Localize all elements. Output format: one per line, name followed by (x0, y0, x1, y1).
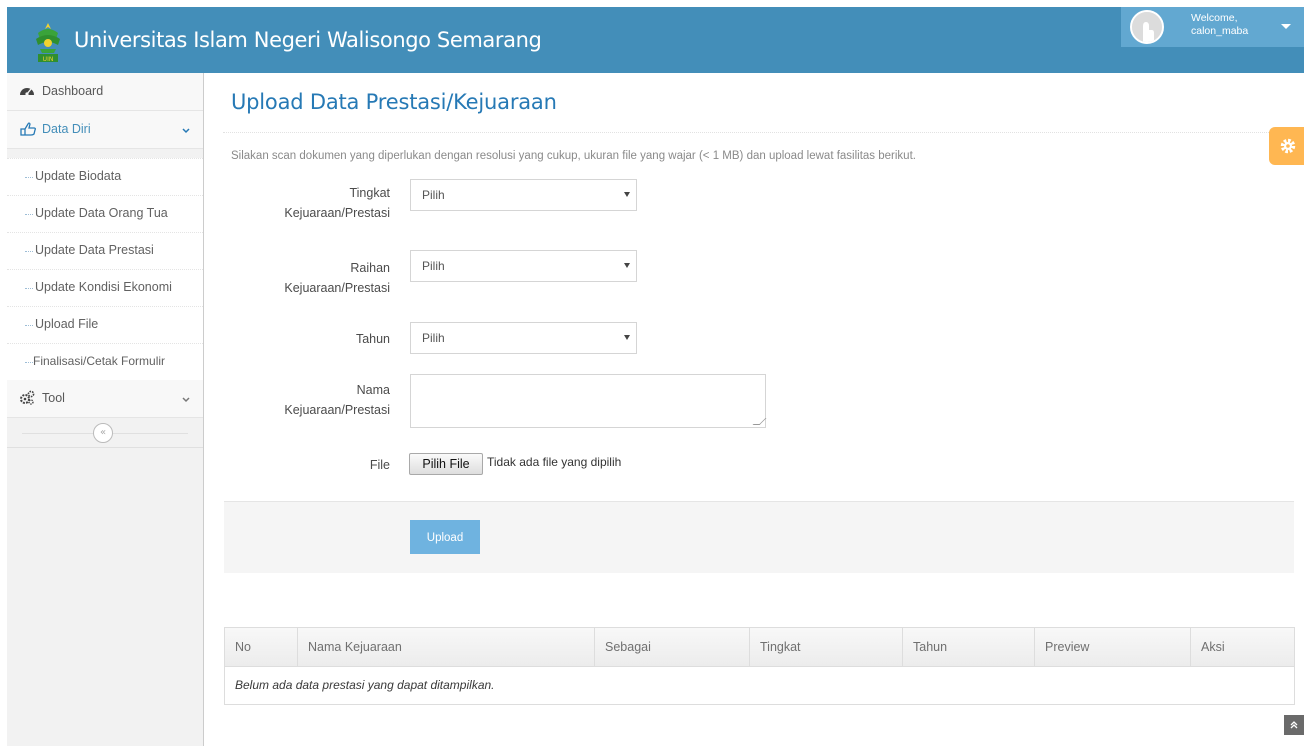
sidebar-item-label: Tool (42, 391, 65, 405)
scroll-to-top-button[interactable] (1284, 715, 1304, 735)
hand-pointing-icon (19, 121, 36, 137)
sidebar-item-label: Update Kondisi Ekonomi (35, 280, 172, 294)
sidebar-collapse-bar: « (7, 418, 203, 448)
select-value: Pilih (422, 188, 445, 202)
username-label: calon_maba (1191, 25, 1249, 37)
table-row: Belum ada data prestasi yang dapat ditam… (225, 667, 1294, 704)
sidebar-item-finalisasi[interactable]: Finalisasi/Cetak Formulir (7, 343, 203, 380)
page-title: Upload Data Prestasi/Kejuaraan (231, 90, 557, 114)
label-line: Kejuaraan/Prestasi (284, 206, 390, 220)
column-header-aksi: Aksi (1190, 628, 1294, 667)
nama-label: Nama Kejuaraan/Prestasi (230, 380, 390, 420)
sidebar-item-update-kondisi-ekonomi[interactable]: Update Kondisi Ekonomi (7, 269, 203, 306)
label-line: Raihan (350, 261, 390, 275)
gear-icon (1280, 138, 1296, 154)
caret-down-icon (624, 263, 630, 268)
sidebar-item-tool[interactable]: Tool (7, 380, 203, 418)
sidebar-item-label: Update Data Prestasi (35, 243, 154, 257)
sidebar-item-update-data-prestasi[interactable]: Update Data Prestasi (7, 232, 203, 269)
svg-text:UIN: UIN (43, 56, 54, 63)
label-line: Tingkat (349, 186, 390, 200)
file-status-text: Tidak ada file yang dipilih (487, 455, 622, 469)
column-header-tahun: Tahun (902, 628, 1034, 667)
collapse-sidebar-button[interactable]: « (93, 423, 113, 443)
select-value: Pilih (422, 259, 445, 273)
column-header-tingkat: Tingkat (749, 628, 902, 667)
sidebar-item-label: Data Diri (42, 122, 91, 136)
sidebar-item-label: Finalisasi/Cetak Formulir (33, 354, 166, 368)
sidebar-item-label: Upload File (35, 317, 99, 331)
column-header-preview: Preview (1034, 628, 1190, 667)
double-chevron-up-icon (1290, 721, 1298, 729)
brand-title[interactable]: Universitas Islam Negeri Walisongo Semar… (74, 28, 542, 52)
user-menu[interactable]: Welcome, calon_maba (1121, 7, 1304, 47)
gears-icon (19, 390, 35, 406)
tingkat-label: Tingkat Kejuaraan/Prestasi (230, 183, 390, 223)
prestasi-table: No Nama Kejuaraan Sebagai Tingkat Tahun … (224, 627, 1295, 705)
column-header-sebagai: Sebagai (594, 628, 749, 667)
column-header-no: No (235, 640, 251, 654)
welcome-label: Welcome, (1191, 12, 1238, 24)
university-logo[interactable]: UIN (32, 21, 64, 63)
caret-down-icon (1281, 24, 1291, 29)
table-header: No Nama Kejuaraan Sebagai Tingkat Tahun … (225, 628, 1294, 667)
sidebar-item-update-data-orang-tua[interactable]: Update Data Orang Tua (7, 195, 203, 232)
sidebar-item-upload-file[interactable]: Upload File (7, 306, 203, 343)
file-label: File (369, 458, 390, 472)
choose-file-button[interactable]: Pilih File (409, 453, 483, 475)
help-text: Silakan scan dokumen yang diperlukan den… (231, 150, 916, 162)
sidebar-item-label: Dashboard (42, 84, 104, 98)
sidebar-item-data-diri[interactable]: Data Diri (7, 111, 203, 149)
form-actions: Upload (224, 501, 1294, 573)
resize-grip-icon[interactable] (752, 418, 767, 425)
label-line: Kejuaraan/Prestasi (284, 403, 390, 417)
title-divider (223, 132, 1291, 133)
top-navbar: UIN Universitas Islam Negeri Walisongo S… (7, 7, 1304, 73)
sidebar: Dashboard Data Diri Update Biodata Updat… (7, 73, 204, 746)
chevron-down-icon (181, 393, 191, 403)
sidebar-item-dashboard[interactable]: Dashboard (7, 73, 203, 111)
chevron-down-icon (181, 124, 191, 134)
user-greeting: Welcome, calon_maba (1191, 12, 1248, 38)
sidebar-item-label: Update Biodata (35, 169, 122, 183)
tingkat-select[interactable]: Pilih (410, 179, 637, 211)
raihan-select[interactable]: Pilih (410, 250, 637, 282)
caret-down-icon (624, 192, 630, 197)
label-line: Nama (356, 383, 390, 397)
nama-kejuaraan-textarea[interactable] (410, 374, 767, 428)
caret-down-icon (624, 335, 630, 340)
sidebar-item-label: Update Data Orang Tua (35, 206, 168, 220)
empty-table-message: Belum ada data prestasi yang dapat ditam… (235, 678, 495, 692)
upload-button[interactable]: Upload (410, 520, 480, 554)
column-header-nama: Nama Kejuaraan (297, 628, 594, 667)
settings-toggle-button[interactable] (1269, 127, 1304, 165)
avatar[interactable] (1130, 10, 1164, 44)
raihan-label: Raihan Kejuaraan/Prestasi (230, 258, 390, 298)
tachometer-icon (19, 83, 35, 99)
sidebar-item-update-biodata[interactable]: Update Biodata (7, 158, 203, 195)
label-line: Kejuaraan/Prestasi (284, 281, 390, 295)
select-value: Pilih (422, 331, 445, 345)
tahun-label: Tahun (355, 332, 390, 346)
tahun-select[interactable]: Pilih (410, 322, 637, 354)
